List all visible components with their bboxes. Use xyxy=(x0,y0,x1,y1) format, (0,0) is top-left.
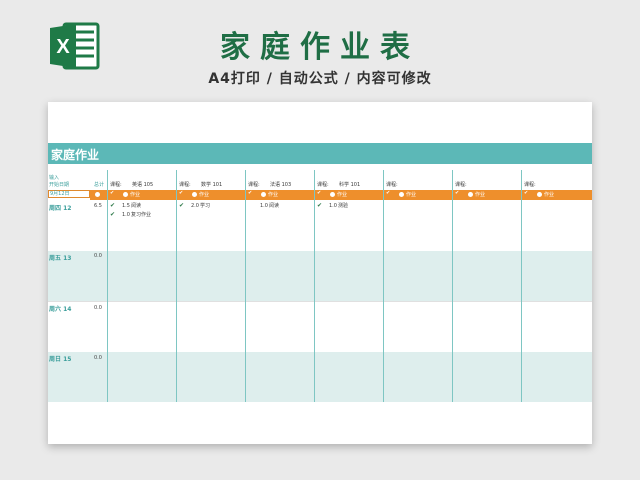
clock-icon xyxy=(468,192,473,197)
course-name[interactable]: 法语 103 xyxy=(270,182,291,188)
column-divider xyxy=(521,170,522,402)
column-divider xyxy=(383,170,384,402)
clock-icon xyxy=(261,192,266,197)
start-date-input[interactable]: 9月12日 xyxy=(48,190,90,198)
check-icon: ✔ xyxy=(386,190,391,196)
clock-icon xyxy=(537,192,542,197)
day-total: 6.5 xyxy=(94,203,102,209)
course-name[interactable]: 英语 105 xyxy=(132,182,153,188)
course-name[interactable]: 数学 101 xyxy=(201,182,222,188)
course-label: 课程: xyxy=(110,182,122,188)
day-label: 周四 12 xyxy=(49,205,72,212)
check-icon: ✔ xyxy=(248,190,253,196)
course-label: 课程: xyxy=(248,182,260,188)
check-icon: ✔ xyxy=(317,190,322,196)
check-icon: ✔ xyxy=(110,190,115,196)
clock-icon xyxy=(192,192,197,197)
check-icon[interactable]: ✔ xyxy=(110,203,115,209)
course-label: 课程: xyxy=(455,182,467,188)
course-label: 课程: xyxy=(386,182,398,188)
column-divider xyxy=(314,170,315,402)
check-icon: ✔ xyxy=(524,190,529,196)
homework-header: 作业 xyxy=(130,192,141,198)
check-icon[interactable]: ✔ xyxy=(110,212,115,218)
title-band: 家庭作业 xyxy=(48,143,592,164)
course-label: 课程: xyxy=(524,182,536,188)
entry-task: 阅读 xyxy=(269,203,280,209)
homework-header: 作业 xyxy=(268,192,279,198)
table-row xyxy=(48,352,592,402)
clock-icon xyxy=(95,192,100,197)
day-label: 周五 13 xyxy=(49,255,72,262)
column-divider xyxy=(245,170,246,402)
day-total: 0.0 xyxy=(94,355,102,361)
column-divider xyxy=(176,170,177,402)
column-divider xyxy=(452,170,453,402)
homework-header: 作业 xyxy=(406,192,417,198)
page-subtitle: A4打印 / 自动公式 / 内容可修改 xyxy=(208,71,432,87)
entry-hours: 2.0 xyxy=(191,203,199,209)
homework-header: 作业 xyxy=(199,192,210,198)
check-icon[interactable]: ✔ xyxy=(317,203,322,209)
homework-header: 作业 xyxy=(544,192,555,198)
course-label: 课程: xyxy=(179,182,191,188)
sheet-title: 家庭作业 xyxy=(51,148,100,162)
entry-task: 测验 xyxy=(338,203,349,209)
start-date-label: 开始日期 xyxy=(49,182,70,188)
entry-hours: 1.0 xyxy=(260,203,268,209)
entry-task: 学习 xyxy=(200,203,211,209)
course-name[interactable]: 科学 101 xyxy=(339,182,360,188)
input-label: 输入 xyxy=(49,175,60,181)
row-divider xyxy=(48,301,592,302)
table-row xyxy=(48,251,592,301)
entry-hours: 1.0 xyxy=(122,212,130,218)
homework-header: 作业 xyxy=(337,192,348,198)
column-divider xyxy=(107,170,108,402)
day-total: 0.0 xyxy=(94,253,102,259)
total-label: 总计 xyxy=(94,182,105,188)
page-title: 家庭作业表 xyxy=(220,30,420,65)
clock-icon xyxy=(399,192,404,197)
check-icon[interactable]: ✔ xyxy=(179,203,184,209)
day-label: 周六 14 xyxy=(49,306,72,313)
entry-task: 阅读 xyxy=(131,203,142,209)
homework-header: 作业 xyxy=(475,192,486,198)
day-total: 0.0 xyxy=(94,305,102,311)
spreadsheet-preview: 家庭作业 输入 开始日期 总计 9月12日 课程: 英语 105 ✔ 作业 课程… xyxy=(48,102,592,444)
entry-hours: 1.5 xyxy=(122,203,130,209)
entry-hours: 1.0 xyxy=(329,203,337,209)
check-icon: ✔ xyxy=(455,190,460,196)
course-label: 课程: xyxy=(317,182,329,188)
entry-task: 复习作业 xyxy=(131,212,152,218)
clock-icon xyxy=(123,192,128,197)
clock-icon xyxy=(330,192,335,197)
check-icon: ✔ xyxy=(179,190,184,196)
day-label: 周日 15 xyxy=(49,356,72,363)
